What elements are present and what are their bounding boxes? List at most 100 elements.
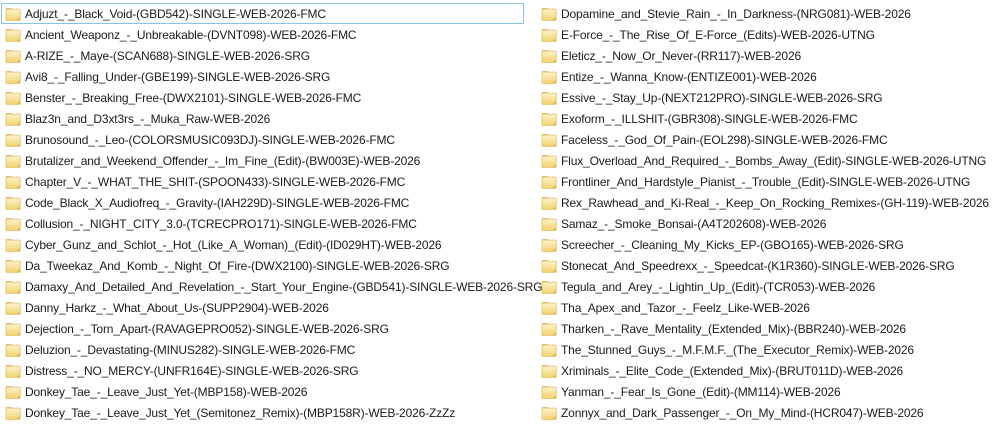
- folder-item[interactable]: Avi8_-_Falling_Under-(GBE199)-SINGLE-WEB…: [1, 66, 524, 87]
- folder-icon: [541, 111, 557, 127]
- folder-icon: [5, 405, 21, 421]
- folder-name: Da_Tweekaz_And_Komb_-_Night_Of_Fire-(DWX…: [25, 258, 450, 273]
- folder-icon: [541, 342, 557, 358]
- folder-icon: [541, 27, 557, 43]
- folder-item[interactable]: Faceless_-_God_Of_Pain-(EOL298)-SINGLE-W…: [537, 129, 992, 150]
- folder-name: Chapter_V_-_WHAT_THE_SHIT-(SPOON433)-SIN…: [25, 174, 406, 189]
- folder-item[interactable]: Deluzion_-_Devastating-(MINUS282)-SINGLE…: [1, 339, 524, 360]
- folder-item[interactable]: E-Force_-_The_Rise_Of_E-Force_(Edits)-WE…: [537, 24, 992, 45]
- folder-name: Flux_Overload_And_Required_-_Bombs_Away_…: [561, 153, 987, 168]
- folder-icon: [5, 363, 21, 379]
- folder-item[interactable]: Rex_Rawhead_and_Ki-Real_-_Keep_On_Rockin…: [537, 192, 992, 213]
- folder-name: Donkey_Tae_-_Leave_Just_Yet-(MBP158)-WEB…: [25, 384, 308, 399]
- folder-name: Essive_-_Stay_Up-(NEXT212PRO)-SINGLE-WEB…: [561, 90, 883, 105]
- folder-item[interactable]: Screecher_-_Cleaning_My_Kicks_EP-(GBO165…: [537, 234, 992, 255]
- folder-item[interactable]: Benster_-_Breaking_Free-(DWX2101)-SINGLE…: [1, 87, 524, 108]
- folder-item[interactable]: Samaz_-_Smoke_Bonsai-(A4T202608)-WEB-202…: [537, 213, 992, 234]
- folder-icon: [5, 321, 21, 337]
- folder-name: Screecher_-_Cleaning_My_Kicks_EP-(GBO165…: [561, 237, 904, 252]
- folder-name: Deluzion_-_Devastating-(MINUS282)-SINGLE…: [25, 342, 356, 357]
- folder-name: Rex_Rawhead_and_Ki-Real_-_Keep_On_Rockin…: [561, 195, 989, 210]
- folder-item[interactable]: Donkey_Tae_-_Leave_Just_Yet-(MBP158)-WEB…: [1, 381, 524, 402]
- folder-name: Distress_-_NO_MERCY-(UNFR164E)-SINGLE-WE…: [25, 363, 359, 378]
- folder-name: Dejection_-_Torn_Apart-(RAVAGEPRO052)-SI…: [25, 321, 389, 336]
- folder-name: Stonecat_And_Speedrexx_-_Speedcat-(K1R36…: [561, 258, 955, 273]
- folder-icon: [5, 279, 21, 295]
- folder-name: Donkey_Tae_-_Leave_Just_Yet_(Semitonez_R…: [25, 405, 456, 420]
- folder-icon: [541, 363, 557, 379]
- folder-item[interactable]: The_Stunned_Guys_-_M.F.M.F._(The_Executo…: [537, 339, 992, 360]
- folder-item[interactable]: Yanman_-_Fear_Is_Gone_(Edit)-(MM114)-WEB…: [537, 381, 992, 402]
- folder-icon: [541, 174, 557, 190]
- folder-item[interactable]: Ancient_Weaponz_-_Unbreakable-(DVNT098)-…: [1, 24, 524, 45]
- folder-name: Danny_Harkz_-_What_About_Us-(SUPP2904)-W…: [25, 300, 329, 315]
- folder-item[interactable]: Flux_Overload_And_Required_-_Bombs_Away_…: [537, 150, 992, 171]
- folder-icon: [541, 405, 557, 421]
- folder-icon: [541, 153, 557, 169]
- folder-item[interactable]: Distress_-_NO_MERCY-(UNFR164E)-SINGLE-WE…: [1, 360, 524, 381]
- folder-item[interactable]: Eleticz_-_Now_Or_Never-(RR117)-WEB-2026: [537, 45, 992, 66]
- folder-item[interactable]: Dopamine_and_Stevie_Rain_-_In_Darkness-(…: [537, 3, 992, 24]
- folder-item[interactable]: Entize_-_Wanna_Know-(ENTIZE001)-WEB-2026: [537, 66, 992, 87]
- folder-icon: [5, 111, 21, 127]
- folder-name: Tharken_-_Rave_Mentality_(Extended_Mix)-…: [561, 321, 906, 336]
- folder-item[interactable]: Essive_-_Stay_Up-(NEXT212PRO)-SINGLE-WEB…: [537, 87, 992, 108]
- folder-item[interactable]: Chapter_V_-_WHAT_THE_SHIT-(SPOON433)-SIN…: [1, 171, 524, 192]
- folder-item[interactable]: Exoform_-_ILLSHIT-(GBR308)-SINGLE-WEB-20…: [537, 108, 992, 129]
- folder-item[interactable]: Brutalizer_and_Weekend_Offender_-_Im_Fin…: [1, 150, 524, 171]
- folder-icon: [5, 384, 21, 400]
- folder-icon: [541, 300, 557, 316]
- folder-item[interactable]: Stonecat_And_Speedrexx_-_Speedcat-(K1R36…: [537, 255, 992, 276]
- folder-icon: [541, 90, 557, 106]
- folder-item[interactable]: Tegula_and_Arey_-_Lightin_Up_(Edit)-(TCR…: [537, 276, 992, 297]
- folder-icon: [541, 237, 557, 253]
- folder-name: Adjuzt_-_Black_Void-(GBD542)-SINGLE-WEB-…: [25, 6, 326, 21]
- folder-item[interactable]: Code_Black_X_Audiofreq_-_Gravity-(IAH229…: [1, 192, 524, 213]
- folder-icon: [5, 216, 21, 232]
- folder-icon: [541, 48, 557, 64]
- folder-item[interactable]: Dejection_-_Torn_Apart-(RAVAGEPRO052)-SI…: [1, 318, 524, 339]
- folder-icon: [5, 48, 21, 64]
- folder-item[interactable]: Zonnyx_and_Dark_Passenger_-_On_My_Mind-(…: [537, 402, 992, 423]
- folder-name: Cyber_Gunz_and_Schlot_-_Hot_(Like_A_Woma…: [25, 237, 442, 252]
- file-list-column-right: Dopamine_and_Stevie_Rain_-_In_Darkness-(…: [537, 3, 992, 423]
- folder-name: Tegula_and_Arey_-_Lightin_Up_(Edit)-(TCR…: [561, 279, 876, 294]
- folder-icon: [5, 69, 21, 85]
- folder-item[interactable]: Tharken_-_Rave_Mentality_(Extended_Mix)-…: [537, 318, 992, 339]
- folder-item[interactable]: Frontliner_And_Hardstyle_Pianist_-_Troub…: [537, 171, 992, 192]
- folder-name: Yanman_-_Fear_Is_Gone_(Edit)-(MM114)-WEB…: [561, 384, 841, 399]
- folder-name: Brunosound_-_Leo-(COLORSMUSIC093DJ)-SING…: [25, 132, 395, 147]
- folder-icon: [5, 342, 21, 358]
- folder-item[interactable]: Xriminals_-_Elite_Code_(Extended_Mix)-(B…: [537, 360, 992, 381]
- folder-item[interactable]: Adjuzt_-_Black_Void-(GBD542)-SINGLE-WEB-…: [1, 3, 524, 24]
- folder-name: Code_Black_X_Audiofreq_-_Gravity-(IAH229…: [25, 195, 410, 210]
- folder-icon: [541, 384, 557, 400]
- folder-name: Collusion_-_NIGHT_CITY_3.0-(TCRECPRO171)…: [25, 216, 417, 231]
- folder-item[interactable]: Tha_Apex_and_Tazor_-_Feelz_Like-WEB-2026: [537, 297, 992, 318]
- file-list: Adjuzt_-_Black_Void-(GBD542)-SINGLE-WEB-…: [1, 3, 992, 423]
- folder-item[interactable]: Da_Tweekaz_And_Komb_-_Night_Of_Fire-(DWX…: [1, 255, 524, 276]
- folder-item[interactable]: Cyber_Gunz_and_Schlot_-_Hot_(Like_A_Woma…: [1, 234, 524, 255]
- folder-name: Samaz_-_Smoke_Bonsai-(A4T202608)-WEB-202…: [561, 216, 827, 231]
- folder-name: Zonnyx_and_Dark_Passenger_-_On_My_Mind-(…: [561, 405, 924, 420]
- folder-name: Frontliner_And_Hardstyle_Pianist_-_Troub…: [561, 174, 971, 189]
- folder-item[interactable]: Danny_Harkz_-_What_About_Us-(SUPP2904)-W…: [1, 297, 524, 318]
- folder-item[interactable]: Collusion_-_NIGHT_CITY_3.0-(TCRECPRO171)…: [1, 213, 524, 234]
- folder-icon: [5, 174, 21, 190]
- folder-item[interactable]: Damaxy_And_Detailed_And_Revelation_-_Sta…: [1, 276, 543, 297]
- folder-name: Damaxy_And_Detailed_And_Revelation_-_Sta…: [25, 279, 543, 294]
- folder-icon: [541, 321, 557, 337]
- folder-icon: [541, 258, 557, 274]
- folder-item[interactable]: Donkey_Tae_-_Leave_Just_Yet_(Semitonez_R…: [1, 402, 524, 423]
- folder-name: Avi8_-_Falling_Under-(GBE199)-SINGLE-WEB…: [25, 69, 331, 84]
- folder-item[interactable]: A-RIZE_-_Maye-(SCAN688)-SINGLE-WEB-2026-…: [1, 45, 524, 66]
- folder-name: Benster_-_Breaking_Free-(DWX2101)-SINGLE…: [25, 90, 362, 105]
- folder-name: A-RIZE_-_Maye-(SCAN688)-SINGLE-WEB-2026-…: [25, 48, 310, 63]
- folder-name: Blaz3n_and_D3xt3rs_-_Muka_Raw-WEB-2026: [25, 111, 271, 126]
- folder-item[interactable]: Blaz3n_and_D3xt3rs_-_Muka_Raw-WEB-2026: [1, 108, 524, 129]
- folder-icon: [5, 258, 21, 274]
- folder-item[interactable]: Brunosound_-_Leo-(COLORSMUSIC093DJ)-SING…: [1, 129, 524, 150]
- folder-name: Xriminals_-_Elite_Code_(Extended_Mix)-(B…: [561, 363, 904, 378]
- folder-icon: [541, 69, 557, 85]
- folder-icon: [5, 237, 21, 253]
